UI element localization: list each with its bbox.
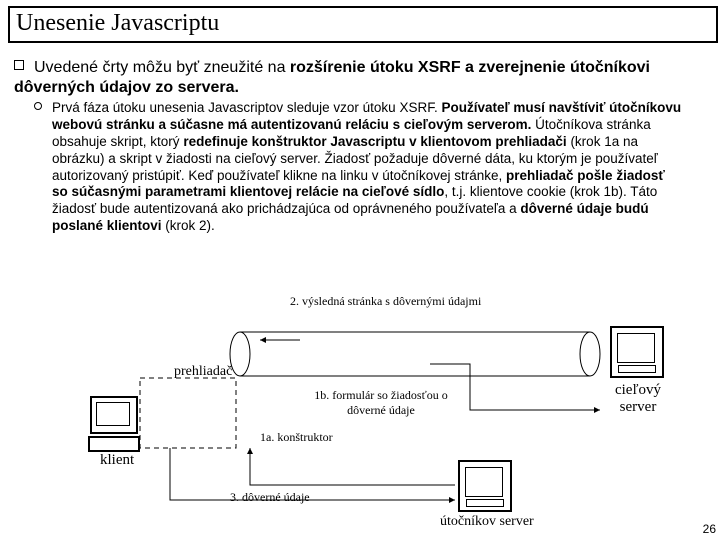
label-prehliadac: prehliadač <box>174 364 232 380</box>
label-klient: klient <box>100 452 134 469</box>
label-step3: 3. dôverné údaje <box>230 490 310 505</box>
circle-bullet-icon <box>34 102 42 110</box>
label-step1a: 1a. konštruktor <box>260 430 333 445</box>
attacker-server-icon <box>458 460 512 512</box>
bullet-level1: Uvedené črty môžu byť zneužité na rozšír… <box>14 58 704 98</box>
slide: Unesenie Javascriptu Uvedené črty môžu b… <box>0 0 720 540</box>
label-step1b: 1b. formulár so žiadosťou o dôverné údaj… <box>296 388 466 418</box>
attack-diagram: 2. výsledná stránka s dôvernými údajmi p… <box>0 290 720 530</box>
label-cielovy-server: cieľový server <box>608 382 668 416</box>
bullet-level2: Prvá fáza útoku unesenia Javascriptov sl… <box>52 100 700 235</box>
bullet2-text: Prvá fáza útoku unesenia Javascriptov sl… <box>52 100 684 235</box>
client-pc-icon <box>90 396 140 452</box>
slide-title: Unesenie Javascriptu <box>8 6 718 43</box>
bullet1-text: Uvedené črty môžu byť zneužité na rozšír… <box>14 59 650 96</box>
target-server-icon <box>610 326 664 378</box>
label-utocnikov-server: útočníkov server <box>440 514 534 530</box>
label-step2: 2. výsledná stránka s dôvernými údajmi <box>290 294 481 309</box>
page-number: 26 <box>703 522 716 536</box>
square-bullet-icon <box>14 60 24 70</box>
